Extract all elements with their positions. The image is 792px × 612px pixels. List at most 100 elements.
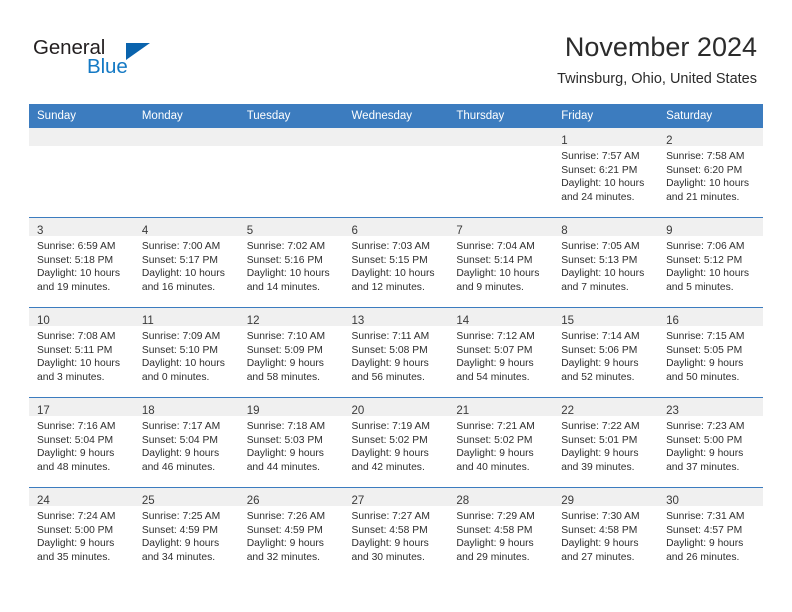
calendar-day-cell[interactable]: 29 Sunrise: 7:30 AM Sunset: 4:58 PM Dayligh… (553, 487, 659, 577)
daylight-text-line2: and 0 minutes. (141, 371, 210, 383)
day-number: 30 (666, 495, 679, 507)
sunset-text: Sunset: 5:08 PM (351, 344, 428, 356)
weekday-header-row: Sunday Monday Tuesday Wednesday Thursday… (29, 104, 763, 128)
calendar-day-cell[interactable]: 14 Sunrise: 7:12 AM Sunset: 5:07 PM Dayligh… (448, 307, 554, 398)
sunrise-text: Sunrise: 7:14 AM (561, 331, 640, 342)
sunset-text: Sunset: 5:02 PM (351, 434, 428, 446)
sunrise-text: Sunrise: 7:11 AM (351, 331, 430, 342)
calendar-day-cell[interactable]: 5 Sunrise: 7:02 AM Sunset: 5:16 PM Daylight… (238, 217, 344, 308)
daylight-text-line2: and 42 minutes. (351, 461, 425, 473)
calendar-day-cell[interactable]: 20 Sunrise: 7:19 AM Sunset: 5:02 PM Dayligh… (343, 397, 449, 488)
day-number-band: 14 (448, 308, 554, 327)
day-details: Sunrise: 7:57 AM Sunset: 6:21 PM Daylight:… (553, 146, 658, 204)
sunrise-text: Sunrise: 7:23 AM (666, 421, 745, 432)
calendar-day-cell[interactable]: 4 Sunrise: 7:00 AM Sunset: 5:17 PM Daylight… (133, 217, 239, 308)
daylight-text-line1: Daylight: 9 hours (351, 358, 429, 370)
calendar-day-cell[interactable]: 9 Sunrise: 7:06 AM Sunset: 5:12 PM Daylight… (658, 217, 763, 308)
calendar-day-cell[interactable]: 15 Sunrise: 7:14 AM Sunset: 5:06 PM Dayligh… (553, 307, 659, 398)
daylight-text-line2: and 5 minutes. (666, 281, 734, 293)
day-details: Sunrise: 7:58 AM Sunset: 6:20 PM Daylight:… (658, 146, 763, 204)
day-number-band: 27 (343, 488, 449, 507)
daylight-text-line1: Daylight: 10 hours (37, 358, 120, 370)
daylight-text-line2: and 19 minutes. (37, 281, 111, 293)
day-number-band: 18 (133, 398, 239, 417)
day-number-band: 22 (553, 398, 659, 417)
calendar-day-cell[interactable]: 10 Sunrise: 7:08 AM Sunset: 5:11 PM Dayligh… (29, 307, 134, 398)
calendar-body: 1 Sunrise: 7:57 AM Sunset: 6:21 PM Daylight… (29, 127, 763, 577)
day-number: 29 (561, 495, 575, 507)
day-number: 6 (351, 225, 358, 237)
day-details: Sunrise: 6:59 AM Sunset: 5:18 PM Daylight:… (29, 236, 134, 294)
day-number-band: 21 (448, 398, 554, 417)
calendar-day-cell[interactable]: 16 Sunrise: 7:15 AM Sunset: 5:05 PM Dayligh… (658, 307, 763, 398)
sunrise-text: Sunrise: 7:26 AM (246, 511, 326, 522)
sunrise-text: Sunrise: 7:24 AM (37, 511, 116, 522)
daylight-text-line1: Daylight: 9 hours (456, 358, 534, 370)
calendar-day-cell[interactable]: 3 Sunrise: 6:59 AM Sunset: 5:18 PM Daylight… (29, 217, 134, 308)
sunrise-text: Sunrise: 7:17 AM (141, 421, 221, 432)
calendar-day-cell[interactable]: 2 Sunrise: 7:58 AM Sunset: 6:20 PM Daylight… (658, 127, 763, 218)
day-number: 25 (141, 495, 155, 507)
sunset-text: Sunset: 5:16 PM (246, 254, 323, 266)
day-number: 18 (141, 405, 155, 417)
calendar-day-cell[interactable]: 28 Sunrise: 7:29 AM Sunset: 4:58 PM Dayligh… (448, 487, 554, 577)
day-details: Sunrise: 7:26 AM Sunset: 4:59 PM Daylight:… (239, 506, 344, 564)
weekday-header-tuesday: Tuesday (238, 104, 344, 128)
calendar-week-row: 24 Sunrise: 7:24 AM Sunset: 5:00 PM Dayligh… (29, 487, 763, 577)
daylight-text-line2: and 35 minutes. (37, 551, 111, 563)
sunset-text: Sunset: 5:18 PM (37, 254, 114, 266)
daylight-text-line1: Daylight: 9 hours (246, 448, 324, 460)
day-details: Sunrise: 7:04 AM Sunset: 5:14 PM Daylight:… (448, 236, 553, 294)
calendar-day-cell-empty (343, 127, 449, 218)
sunset-text: Sunset: 4:58 PM (561, 524, 638, 536)
calendar-day-cell[interactable]: 21 Sunrise: 7:21 AM Sunset: 5:02 PM Dayligh… (448, 397, 554, 488)
sunrise-text: Sunrise: 7:21 AM (456, 421, 535, 432)
calendar-day-cell[interactable]: 18 Sunrise: 7:17 AM Sunset: 5:04 PM Dayligh… (133, 397, 239, 488)
day-number: 8 (561, 225, 568, 237)
daylight-text-line2: and 32 minutes. (246, 551, 320, 563)
day-number: 22 (561, 405, 575, 417)
day-details: Sunrise: 7:06 AM Sunset: 5:12 PM Daylight:… (658, 236, 763, 294)
logo-triangle-icon (126, 43, 150, 60)
calendar-day-cell[interactable]: 6 Sunrise: 7:03 AM Sunset: 5:15 PM Daylight… (343, 217, 449, 308)
daylight-text-line1: Daylight: 9 hours (246, 538, 324, 550)
calendar-day-cell[interactable]: 24 Sunrise: 7:24 AM Sunset: 5:00 PM Dayligh… (29, 487, 134, 577)
day-number-band (343, 128, 449, 146)
daylight-text-line2: and 54 minutes. (456, 371, 530, 383)
day-number-band: 25 (133, 488, 239, 507)
calendar-day-cell[interactable]: 12 Sunrise: 7:10 AM Sunset: 5:09 PM Dayligh… (238, 307, 344, 398)
sunrise-text: Sunrise: 7:03 AM (351, 241, 430, 252)
calendar-day-cell[interactable]: 11 Sunrise: 7:09 AM Sunset: 5:10 PM Dayligh… (133, 307, 239, 398)
daylight-text-line1: Daylight: 9 hours (561, 448, 639, 460)
calendar-day-cell[interactable]: 1 Sunrise: 7:57 AM Sunset: 6:21 PM Daylight… (553, 127, 659, 218)
sunrise-text: Sunrise: 7:30 AM (561, 511, 640, 522)
calendar-day-cell[interactable]: 22 Sunrise: 7:22 AM Sunset: 5:01 PM Dayligh… (553, 397, 659, 488)
sunrise-text: Sunrise: 7:02 AM (246, 241, 326, 252)
day-number-band: 3 (29, 218, 134, 237)
calendar-day-cell[interactable]: 13 Sunrise: 7:11 AM Sunset: 5:08 PM Dayligh… (343, 307, 449, 398)
calendar-page: General Blue November 2024 Twinsburg, Oh… (0, 0, 792, 612)
day-details: Sunrise: 7:22 AM Sunset: 5:01 PM Daylight:… (553, 416, 658, 474)
page-subtitle-location: Twinsburg, Ohio, United States (557, 71, 757, 87)
calendar-day-cell[interactable]: 7 Sunrise: 7:04 AM Sunset: 5:14 PM Daylight… (448, 217, 554, 308)
calendar-grid: Sunday Monday Tuesday Wednesday Thursday… (29, 104, 763, 577)
day-number: 2 (666, 135, 673, 147)
day-number-band: 17 (29, 398, 134, 417)
day-details: Sunrise: 7:12 AM Sunset: 5:07 PM Daylight:… (448, 326, 553, 384)
sunrise-text: Sunrise: 6:59 AM (37, 241, 116, 252)
sunrise-text: Sunrise: 7:57 AM (561, 151, 640, 162)
weekday-header-wednesday: Wednesday (343, 104, 449, 128)
day-number-band: 23 (658, 398, 763, 417)
calendar-day-cell[interactable]: 17 Sunrise: 7:16 AM Sunset: 5:04 PM Dayligh… (29, 397, 134, 488)
daylight-text-line1: Daylight: 9 hours (666, 358, 744, 370)
calendar-day-cell[interactable]: 26 Sunrise: 7:26 AM Sunset: 4:59 PM Dayligh… (238, 487, 344, 577)
calendar-day-cell[interactable]: 23 Sunrise: 7:23 AM Sunset: 5:00 PM Dayligh… (658, 397, 763, 488)
calendar-day-cell[interactable]: 27 Sunrise: 7:27 AM Sunset: 4:58 PM Dayligh… (343, 487, 449, 577)
calendar-day-cell[interactable]: 19 Sunrise: 7:18 AM Sunset: 5:03 PM Dayligh… (238, 397, 344, 488)
daylight-text-line1: Daylight: 9 hours (561, 358, 639, 370)
daylight-text-line1: Daylight: 9 hours (351, 448, 429, 460)
calendar-week-row: 3 Sunrise: 6:59 AM Sunset: 5:18 PM Daylight… (29, 217, 763, 308)
calendar-day-cell[interactable]: 8 Sunrise: 7:05 AM Sunset: 5:13 PM Daylight… (553, 217, 659, 308)
calendar-day-cell[interactable]: 30 Sunrise: 7:31 AM Sunset: 4:57 PM Dayligh… (658, 487, 763, 577)
calendar-day-cell[interactable]: 25 Sunrise: 7:25 AM Sunset: 4:59 PM Dayligh… (133, 487, 239, 577)
